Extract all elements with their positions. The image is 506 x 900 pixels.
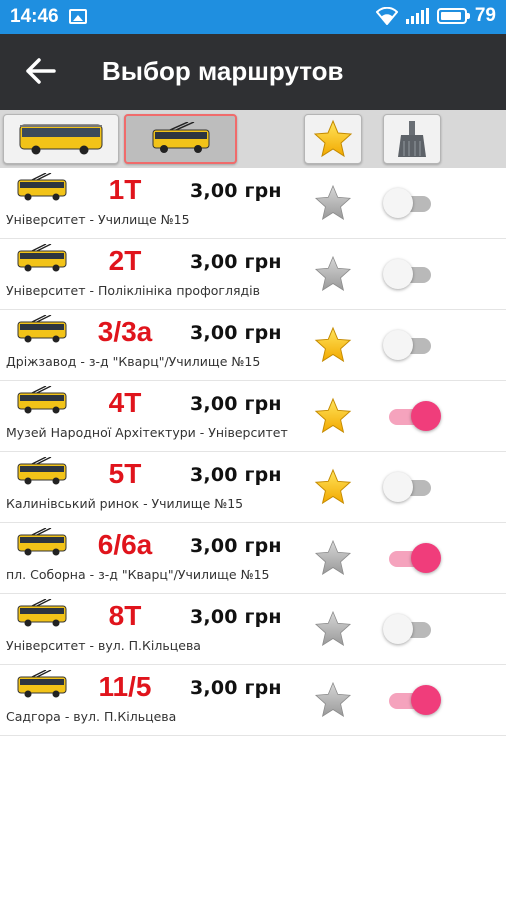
route-description: Калинівський ринок - Училище №15 bbox=[6, 496, 244, 511]
route-row[interactable]: 8T 3,00 грн Університет - вул. П.Кільцев… bbox=[0, 594, 506, 665]
star-icon[interactable] bbox=[314, 397, 352, 435]
toggle-thumb bbox=[383, 188, 413, 218]
route-toggle[interactable] bbox=[383, 614, 441, 644]
star-outline-icon[interactable] bbox=[314, 681, 352, 719]
toggle-thumb bbox=[383, 472, 413, 502]
star-icon bbox=[313, 119, 353, 158]
signal-icon bbox=[405, 8, 429, 24]
route-number: 1T bbox=[108, 174, 142, 205]
route-toggle[interactable] bbox=[383, 259, 441, 289]
trolleybus-icon bbox=[152, 122, 209, 153]
battery-percent: 79 bbox=[474, 5, 496, 26]
route-number: 2T bbox=[108, 245, 142, 276]
tab-strip bbox=[0, 110, 506, 168]
route-number: 6/6a bbox=[97, 529, 153, 560]
trolleybus-icon bbox=[17, 457, 67, 485]
route-toggle[interactable] bbox=[383, 685, 441, 715]
route-row[interactable]: 11/5 3,00 грн Садгора - вул. П.Кільцева bbox=[0, 665, 506, 736]
route-price: 3,00 грн bbox=[190, 180, 282, 202]
status-time: 14:46 bbox=[10, 6, 59, 27]
tab-trolleybus[interactable] bbox=[124, 114, 237, 164]
broom-icon bbox=[398, 121, 426, 157]
star-icon[interactable] bbox=[314, 326, 352, 364]
star-icon[interactable] bbox=[314, 468, 352, 506]
trolleybus-icon bbox=[17, 244, 67, 272]
route-description: Музей Народної Архітектури - Університет bbox=[6, 425, 288, 440]
arrow-left-icon[interactable] bbox=[24, 56, 58, 86]
tab-clear[interactable] bbox=[383, 114, 441, 164]
route-price: 3,00 грн bbox=[190, 251, 282, 273]
route-price: 3,00 грн bbox=[190, 322, 282, 344]
status-bar: 14:46 79 bbox=[0, 0, 506, 34]
star-outline-icon[interactable] bbox=[314, 255, 352, 293]
toggle-thumb bbox=[411, 401, 441, 431]
trolleybus-icon bbox=[17, 173, 67, 201]
route-toggle[interactable] bbox=[383, 543, 441, 573]
route-number: 8T bbox=[108, 600, 142, 631]
toggle-thumb bbox=[383, 614, 413, 644]
route-description: Університет - Училище №15 bbox=[6, 212, 190, 227]
tab-favorites[interactable] bbox=[304, 114, 362, 164]
app-bar: Выбор маршрутов bbox=[0, 34, 506, 110]
route-toggle[interactable] bbox=[383, 401, 441, 431]
route-price: 3,00 грн bbox=[190, 393, 282, 415]
route-description: Дріжзавод - з-д "Кварц"/Училище №15 bbox=[6, 354, 261, 369]
route-row[interactable]: 5T 3,00 грн Калинівський ринок - Училище… bbox=[0, 452, 506, 523]
toggle-thumb bbox=[411, 543, 441, 573]
route-toggle[interactable] bbox=[383, 330, 441, 360]
trolleybus-icon bbox=[17, 670, 67, 698]
route-row[interactable]: 1T 3,00 грн Університет - Училище №15 bbox=[0, 168, 506, 239]
wifi-icon bbox=[375, 7, 398, 25]
toggle-thumb bbox=[383, 330, 413, 360]
route-row[interactable]: 6/6a 3,00 грн пл. Соборна - з-д "Кварц"/… bbox=[0, 523, 506, 594]
star-outline-icon[interactable] bbox=[314, 539, 352, 577]
route-number: 11/5 bbox=[98, 671, 152, 702]
route-description: Університет - вул. П.Кільцева bbox=[6, 638, 201, 653]
star-outline-icon[interactable] bbox=[314, 610, 352, 648]
route-description: Садгора - вул. П.Кільцева bbox=[6, 709, 177, 724]
toggle-thumb bbox=[383, 259, 413, 289]
tab-bus[interactable] bbox=[3, 114, 119, 164]
battery-icon bbox=[436, 8, 470, 24]
toggle-thumb bbox=[411, 685, 441, 715]
route-price: 3,00 грн bbox=[190, 464, 282, 486]
route-list: 1T 3,00 грн Університет - Училище №15 2T… bbox=[0, 168, 506, 736]
route-number: 5T bbox=[108, 458, 142, 489]
route-description: Університет - Поліклініка профоглядів bbox=[6, 283, 260, 298]
route-row[interactable]: 4T 3,00 грн Музей Народної Архітектури -… bbox=[0, 381, 506, 452]
status-right: 79 bbox=[375, 5, 496, 27]
route-price: 3,00 грн bbox=[190, 677, 282, 699]
trolleybus-icon bbox=[17, 315, 67, 343]
trolleybus-icon bbox=[17, 386, 67, 414]
route-number: 3/3a bbox=[97, 316, 153, 347]
bus-icon bbox=[19, 124, 103, 155]
route-description: пл. Соборна - з-д "Кварц"/Училище №15 bbox=[6, 567, 270, 582]
route-row[interactable]: 3/3a 3,00 грн Дріжзавод - з-д "Кварц"/Уч… bbox=[0, 310, 506, 381]
trolleybus-icon bbox=[17, 599, 67, 627]
route-number: 4T bbox=[108, 387, 142, 418]
route-row[interactable]: 2T 3,00 грн Університет - Поліклініка пр… bbox=[0, 239, 506, 310]
route-toggle[interactable] bbox=[383, 472, 441, 502]
star-outline-icon[interactable] bbox=[314, 184, 352, 222]
route-price: 3,00 грн bbox=[190, 606, 282, 628]
image-icon bbox=[69, 9, 87, 24]
trolleybus-icon bbox=[17, 528, 67, 556]
page-title: Выбор маршрутов bbox=[102, 56, 344, 86]
route-price: 3,00 грн bbox=[190, 535, 282, 557]
route-toggle[interactable] bbox=[383, 188, 441, 218]
